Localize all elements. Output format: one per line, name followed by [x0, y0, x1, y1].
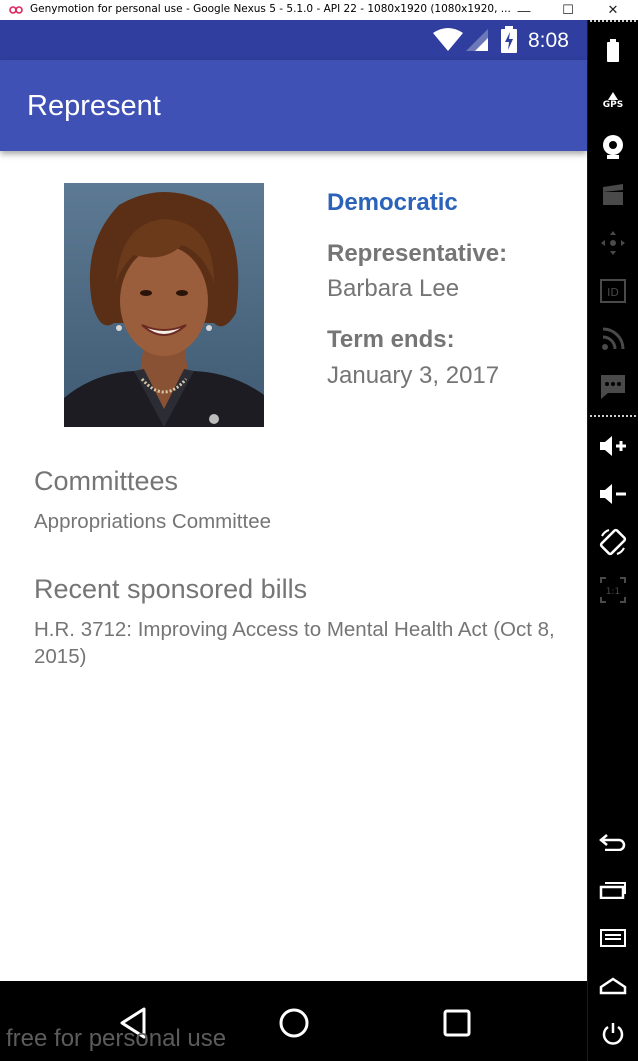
back-icon[interactable]	[596, 825, 630, 859]
genymotion-logo-icon	[9, 6, 23, 14]
app-bar: Represent	[0, 60, 587, 151]
party-affiliation: Democratic	[327, 189, 458, 216]
recent-apps-icon[interactable]	[596, 873, 630, 907]
term-label: Term ends:	[327, 326, 455, 353]
committees-heading: Committees	[34, 466, 179, 496]
maximize-button[interactable]: ☐	[549, 0, 587, 20]
window-title: Genymotion for personal use - Google Nex…	[30, 3, 511, 15]
network-icon[interactable]	[596, 322, 630, 356]
signal-icon	[466, 29, 488, 51]
device-id-label: ID	[607, 286, 619, 299]
device-id-icon[interactable]: ID	[596, 274, 630, 308]
volume-down-icon[interactable]	[596, 477, 630, 511]
term-end-date: January 3, 2017	[327, 362, 500, 389]
emulator-toolbar: GPS ID 1:1	[587, 20, 638, 1061]
power-icon[interactable]	[596, 1017, 630, 1051]
bill-item: H.R. 3712: Improving Access to Mental He…	[34, 618, 555, 668]
bills-heading: Recent sponsored bills	[34, 574, 308, 604]
video-capture-icon[interactable]	[596, 178, 630, 212]
committee-item: Appropriations Committee	[34, 510, 271, 533]
recents-icon[interactable]	[437, 1003, 477, 1043]
volume-up-icon[interactable]	[596, 429, 630, 463]
camera-icon[interactable]	[596, 130, 630, 164]
watermark-text: free for personal use	[6, 1025, 227, 1052]
menu-icon[interactable]	[596, 921, 630, 955]
close-button[interactable]: ✕	[594, 0, 632, 20]
app-title: Represent	[27, 90, 161, 122]
minimize-button[interactable]: —	[505, 0, 543, 20]
representative-detail: Democratic Representative: Barbara Lee T…	[0, 151, 587, 981]
gps-label: GPS	[602, 100, 624, 110]
pixel-perfect-label: 1:1	[606, 587, 620, 597]
home-icon[interactable]	[274, 1003, 314, 1043]
pixel-perfect-icon[interactable]: 1:1	[596, 573, 630, 607]
remote-control-icon[interactable]	[596, 226, 630, 260]
battery-charging-icon	[501, 26, 517, 53]
status-bar: 8:08	[0, 20, 587, 60]
toolbar-divider	[590, 415, 636, 417]
battery-icon[interactable]	[596, 34, 630, 68]
sms-icon[interactable]	[596, 370, 630, 404]
toolbar-divider	[590, 20, 636, 22]
gps-icon[interactable]: GPS	[596, 84, 630, 118]
status-time: 8:08	[528, 29, 569, 52]
window-title-bar: Genymotion for personal use - Google Nex…	[0, 0, 638, 20]
navigation-bar: free for personal use	[0, 981, 587, 1061]
representative-name: Barbara Lee	[327, 275, 460, 302]
home-icon[interactable]	[596, 969, 630, 1003]
representative-photo	[64, 183, 264, 427]
role-label: Representative:	[327, 240, 508, 267]
wifi-icon	[433, 28, 463, 51]
rotate-icon[interactable]	[596, 525, 630, 559]
